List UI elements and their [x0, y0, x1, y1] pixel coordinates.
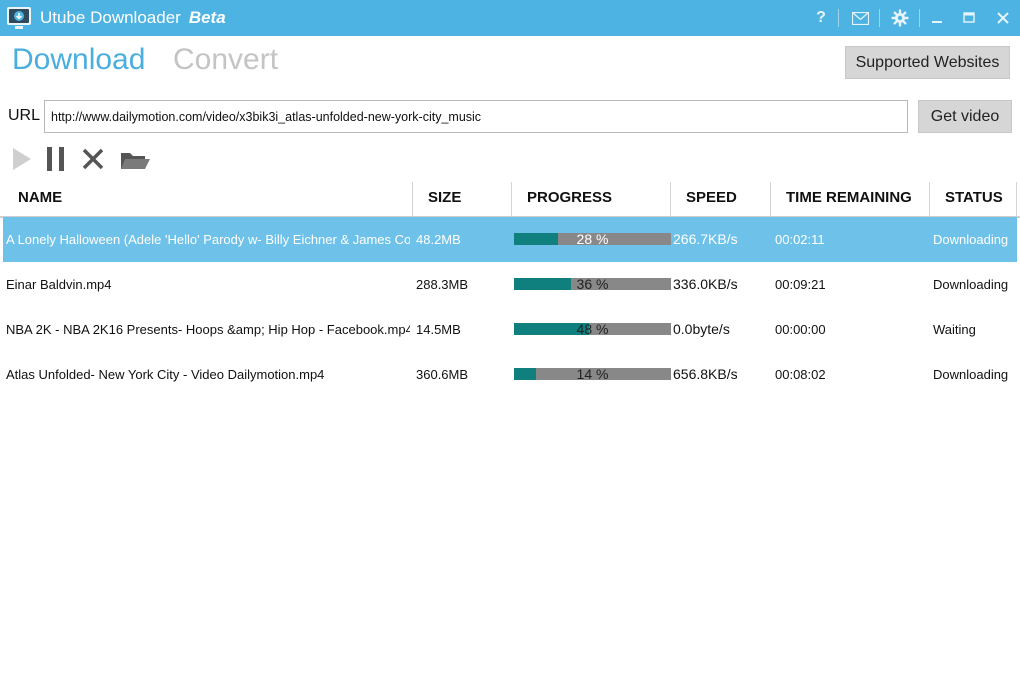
- close-button[interactable]: [991, 6, 1015, 30]
- beta-badge: Beta: [188, 8, 226, 27]
- minimize-button[interactable]: [925, 6, 949, 30]
- table-row[interactable]: Atlas Unfolded- New York City - Video Da…: [3, 352, 1017, 397]
- column-header-status[interactable]: STATUS: [930, 182, 1017, 216]
- download-speed: 336.0KB/s: [673, 276, 738, 292]
- time-remaining: 00:08:02: [775, 367, 826, 382]
- app-logo-icon: [7, 7, 31, 29]
- file-name: A Lonely Halloween (Adele 'Hello' Parody…: [6, 232, 410, 247]
- progress-bar: 36 %: [514, 278, 671, 290]
- title-bar: Utube Downloader Beta ?: [0, 0, 1020, 36]
- open-folder-button[interactable]: [119, 145, 151, 173]
- cancel-icon: [82, 148, 104, 170]
- help-button[interactable]: ?: [809, 6, 833, 30]
- titlebar-separator: [838, 9, 839, 27]
- progress-label: 28 %: [576, 233, 609, 245]
- table-header: NAME SIZE PROGRESS SPEED TIME REMAINING …: [0, 182, 1020, 218]
- help-icon: ?: [816, 9, 826, 26]
- titlebar-separator: [919, 9, 920, 27]
- time-remaining: 00:00:00: [775, 322, 826, 337]
- cancel-button[interactable]: [80, 145, 108, 173]
- supported-websites-button[interactable]: Supported Websites: [845, 46, 1010, 79]
- close-icon: [997, 12, 1009, 24]
- table-row[interactable]: Einar Baldvin.mp4 288.3MB 36 % 336.0KB/s…: [3, 262, 1017, 307]
- app-name: Utube Downloader: [40, 8, 181, 27]
- column-header-speed[interactable]: SPEED: [671, 182, 771, 216]
- titlebar-separator: [879, 9, 880, 27]
- column-header-name[interactable]: NAME: [3, 182, 413, 216]
- status-text: Downloading: [933, 232, 1009, 247]
- mail-icon: [851, 11, 869, 25]
- get-video-button[interactable]: Get video: [918, 100, 1012, 133]
- pause-icon: [47, 147, 64, 171]
- file-name: NBA 2K - NBA 2K16 Presents- Hoops &amp; …: [6, 322, 410, 337]
- maximize-icon: [963, 12, 975, 23]
- settings-button[interactable]: [888, 6, 912, 30]
- file-name: Atlas Unfolded- New York City - Video Da…: [6, 367, 325, 382]
- time-remaining: 00:09:21: [775, 277, 826, 292]
- open-folder-icon: [121, 153, 150, 169]
- tab-download[interactable]: Download: [12, 43, 145, 77]
- play-button[interactable]: [9, 145, 37, 173]
- progress-bar: 14 %: [514, 368, 671, 380]
- table-row[interactable]: NBA 2K - NBA 2K16 Presents- Hoops &amp; …: [3, 307, 1017, 352]
- status-text: Downloading: [933, 367, 1009, 382]
- download-speed: 656.8KB/s: [673, 366, 738, 382]
- column-header-progress[interactable]: PROGRESS: [512, 182, 671, 216]
- gear-icon: [891, 9, 909, 27]
- maximize-button[interactable]: [957, 6, 981, 30]
- file-size: 14.5MB: [416, 322, 461, 337]
- column-header-time-remaining[interactable]: TIME REMAINING: [771, 182, 930, 216]
- pause-button[interactable]: [43, 145, 71, 173]
- download-speed: 0.0byte/s: [673, 321, 730, 337]
- progress-bar: 28 %: [514, 233, 671, 245]
- progress-label: 48 %: [576, 323, 609, 335]
- tab-convert[interactable]: Convert: [173, 43, 278, 77]
- download-speed: 266.7KB/s: [673, 231, 738, 247]
- status-text: Downloading: [933, 277, 1009, 292]
- table-row[interactable]: A Lonely Halloween (Adele 'Hello' Parody…: [3, 217, 1017, 262]
- play-icon: [13, 148, 31, 170]
- progress-label: 36 %: [576, 278, 609, 290]
- progress-label: 14 %: [576, 368, 609, 380]
- file-size: 288.3MB: [416, 277, 469, 292]
- time-remaining: 00:02:11: [775, 232, 825, 247]
- column-header-size[interactable]: SIZE: [413, 182, 512, 216]
- url-label: URL: [8, 107, 41, 124]
- file-size: 360.6MB: [416, 367, 469, 382]
- file-size: 48.2MB: [416, 232, 461, 247]
- app-title: Utube Downloader Beta: [40, 8, 226, 28]
- mail-button[interactable]: [848, 6, 872, 30]
- progress-bar: 48 %: [514, 323, 671, 335]
- file-name: Einar Baldvin.mp4: [6, 277, 112, 292]
- status-text: Waiting: [933, 322, 976, 337]
- url-input[interactable]: [44, 100, 908, 133]
- minimize-icon: [932, 21, 942, 23]
